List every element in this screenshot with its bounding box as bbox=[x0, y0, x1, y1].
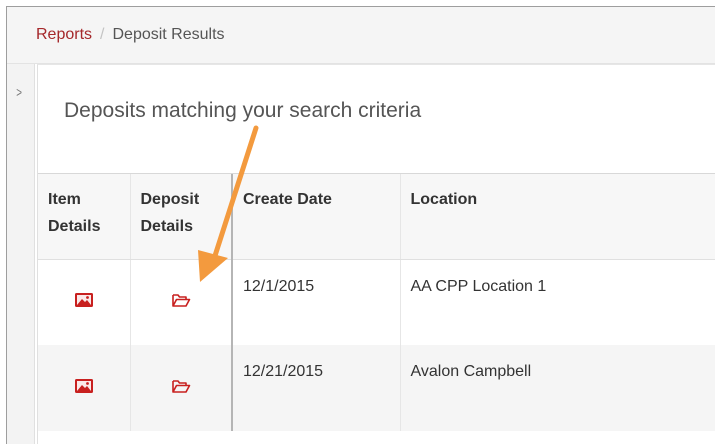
column-header-create-date[interactable]: Create Date bbox=[232, 174, 401, 260]
breadcrumb: Reports / Deposit Results bbox=[7, 7, 715, 64]
deposit-details-cell bbox=[130, 345, 233, 431]
sidebar-toggle[interactable]: > bbox=[7, 64, 35, 444]
main-panel: Deposits matching your search criteria I… bbox=[37, 64, 715, 444]
breadcrumb-separator: / bbox=[100, 26, 105, 43]
folder-open-icon[interactable] bbox=[171, 377, 191, 395]
item-details-cell bbox=[38, 345, 131, 431]
page-title: Deposits matching your search criteria bbox=[64, 99, 422, 122]
breadcrumb-reports-link[interactable]: Reports bbox=[36, 26, 92, 43]
folder-open-icon[interactable] bbox=[171, 291, 191, 309]
app-frame: Reports / Deposit Results > Deposits match… bbox=[6, 6, 715, 444]
image-icon[interactable] bbox=[74, 377, 94, 395]
chevron-right-icon[interactable]: > bbox=[16, 84, 22, 100]
header-deposit-line2: Details bbox=[140, 218, 193, 235]
breadcrumb-current: Deposit Results bbox=[112, 26, 225, 43]
item-details-cell bbox=[38, 259, 131, 345]
table-row: 12/21/2015 Avalon Campbell bbox=[38, 345, 715, 431]
column-header-location[interactable]: Location bbox=[400, 174, 715, 260]
column-header-deposit-details[interactable]: Deposit Details bbox=[130, 174, 233, 260]
location-cell: AA CPP Location 1 bbox=[400, 259, 715, 345]
image-icon[interactable] bbox=[74, 291, 94, 309]
deposit-results-table: Item Details Deposit Details Create Date… bbox=[38, 174, 715, 431]
column-header-item-details[interactable]: Item Details bbox=[38, 174, 131, 260]
header-item-line2: Details bbox=[48, 218, 101, 235]
header-deposit-line1: Deposit bbox=[140, 191, 200, 208]
table-row: 12/1/2015 AA CPP Location 1 bbox=[38, 259, 715, 345]
results-table-wrap: Item Details Deposit Details Create Date… bbox=[38, 173, 715, 444]
location-cell: Avalon Campbell bbox=[400, 345, 715, 431]
create-date-cell: 12/21/2015 bbox=[232, 345, 401, 431]
deposit-details-cell bbox=[130, 259, 233, 345]
table-header-row: Item Details Deposit Details Create Date… bbox=[38, 174, 715, 260]
create-date-cell: 12/1/2015 bbox=[232, 259, 401, 345]
header-item-line1: Item bbox=[48, 191, 81, 208]
